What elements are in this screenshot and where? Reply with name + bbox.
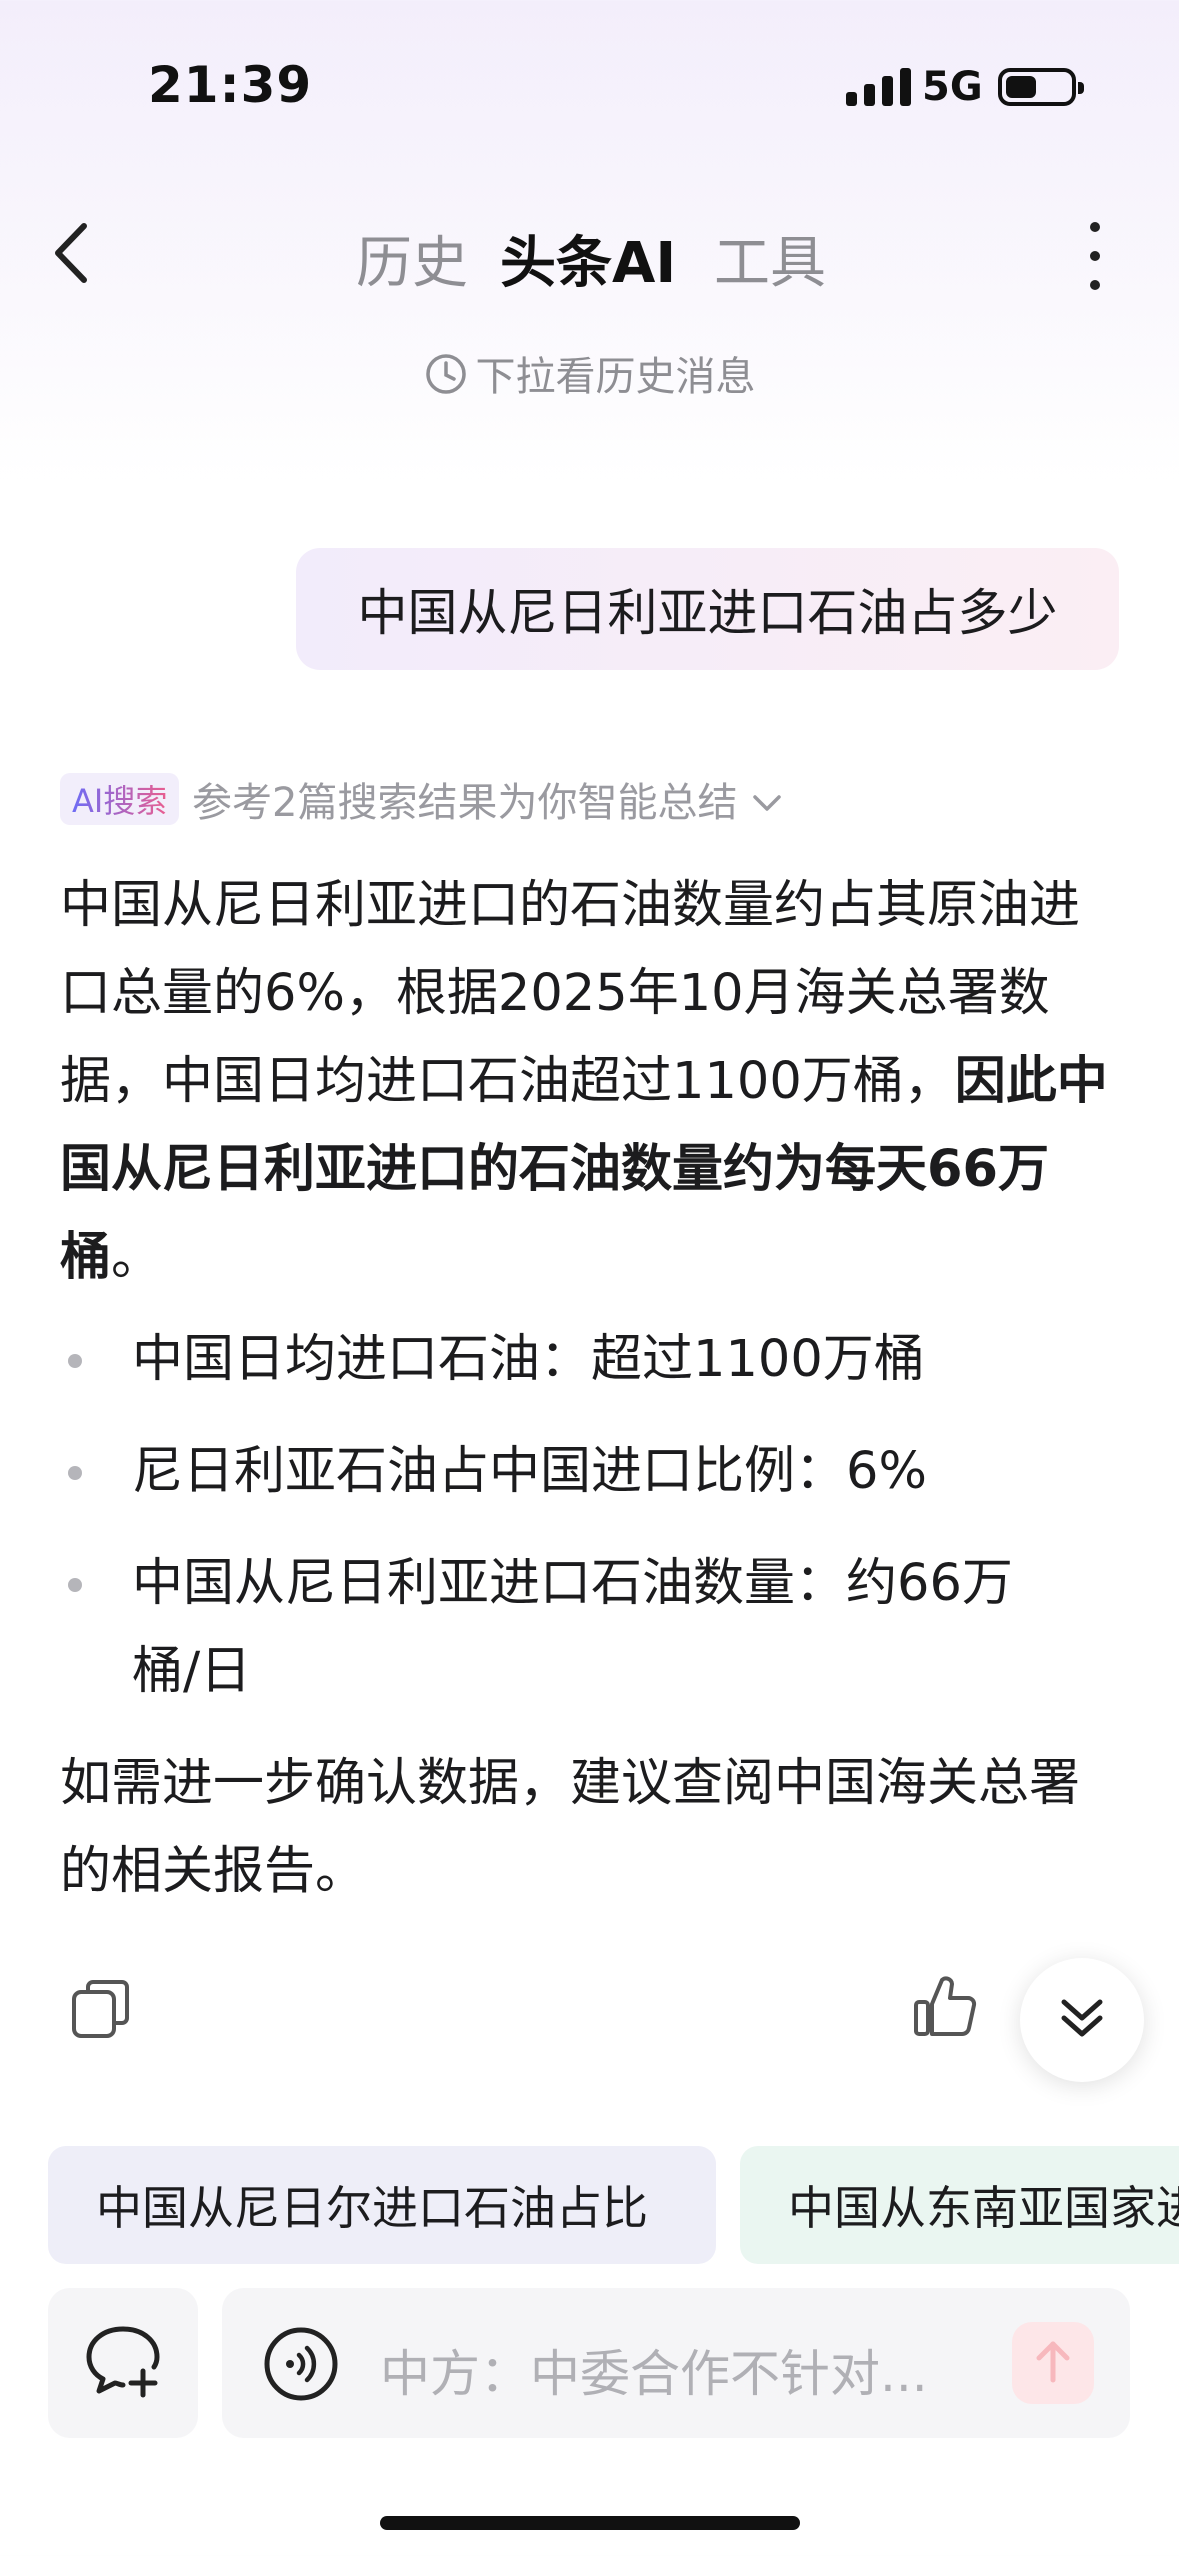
clock-icon xyxy=(424,352,468,406)
home-indicator xyxy=(380,2516,800,2530)
suggestion-chip[interactable]: 中国从东南亚国家进 xyxy=(740,2146,1179,2264)
reference-summary-toggle[interactable]: 参考2篇搜索结果为你智能总结 xyxy=(192,770,784,828)
cellular-signal-icon xyxy=(846,66,911,106)
battery-icon xyxy=(998,68,1084,106)
network-type: 5G xyxy=(922,64,983,110)
status-time: 21:39 xyxy=(148,56,313,114)
reference-summary-text: 参考2篇搜索结果为你智能总结 xyxy=(192,780,738,826)
pull-hint-text: 下拉看历史消息 xyxy=(475,354,756,400)
answer-text: 中国从尼日利亚进口的石油数量约占其原油进口总量的6%，根据2025年10月海关总… xyxy=(60,876,1081,1111)
voice-input-icon[interactable] xyxy=(262,2325,340,2403)
double-chevron-down-icon xyxy=(1054,1990,1110,2050)
copy-icon[interactable] xyxy=(70,1978,132,2040)
list-item: 中国日均进口石油：超过1100万桶 xyxy=(60,1316,1120,1404)
scroll-to-bottom-button[interactable] xyxy=(1020,1958,1144,2082)
answer-end: 。 xyxy=(111,1228,163,1287)
list-item: 中国从尼日利亚进口石油数量：约66万桶/日 xyxy=(60,1540,1060,1716)
thumbs-up-icon[interactable] xyxy=(910,1972,980,2042)
pull-history-hint[interactable]: 下拉看历史消息 xyxy=(0,344,1179,406)
chat-plus-icon xyxy=(81,2319,165,2407)
answer-bullet-list: 中国日均进口石油：超过1100万桶 尼日利亚石油占中国进口比例：6% 中国从尼日… xyxy=(60,1316,1120,1740)
user-message-bubble: 中国从尼日利亚进口石油占多少 xyxy=(296,548,1119,670)
back-icon[interactable] xyxy=(46,218,106,288)
ai-answer-paragraph: 中国从尼日利亚进口的石油数量约占其原油进口总量的6%，根据2025年10月海关总… xyxy=(60,862,1120,1302)
tab-tools[interactable]: 工具 xyxy=(714,218,826,299)
ai-search-badge: AI搜索 xyxy=(60,773,180,825)
list-item: 尼日利亚石油占中国进口比例：6% xyxy=(60,1428,1120,1516)
tab-toutiao-ai[interactable]: 头条AI xyxy=(500,218,676,299)
arrow-up-icon xyxy=(1033,2338,1073,2388)
ai-search-badge-text: AI搜索 xyxy=(72,776,167,822)
user-message-text: 中国从尼日利亚进口石油占多少 xyxy=(357,584,1058,642)
send-button[interactable] xyxy=(1012,2322,1094,2404)
answer-closing: 如需进一步确认数据，建议查阅中国海关总署的相关报告。 xyxy=(60,1754,1081,1901)
chevron-down-icon xyxy=(750,782,784,828)
suggestion-chip[interactable]: 中国从尼日尔进口石油占比 xyxy=(48,2146,716,2264)
more-options-icon[interactable] xyxy=(1080,222,1110,290)
message-input-placeholder: 中方：中委合作不针对... xyxy=(380,2345,928,2403)
tab-history[interactable]: 历史 xyxy=(356,218,468,299)
new-chat-button[interactable] xyxy=(48,2288,198,2438)
